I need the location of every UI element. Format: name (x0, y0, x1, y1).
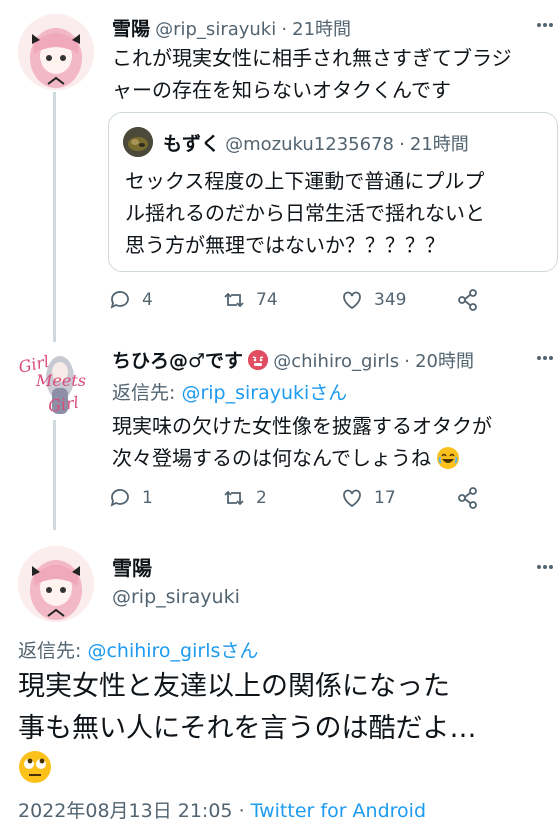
retweet-button[interactable]: 2 (222, 486, 267, 510)
quote-text-line: ル揺れるのだから日常生活で揺れないと (125, 201, 485, 225)
tweet-text-line: ャーの存在を知らないオタクくんです (112, 78, 451, 102)
avatar-sirayuki[interactable] (18, 546, 94, 622)
like-icon (343, 291, 361, 310)
reply-count: 1 (142, 488, 153, 508)
retweet-icon (224, 292, 244, 308)
like-count: 17 (374, 488, 396, 508)
quote-header: もずく @mozuku1235678 · 21時間 (163, 129, 469, 156)
timestamp[interactable]: 2022年08月13日 21:05 (18, 800, 233, 822)
author-handle[interactable]: @rip_sirayuki (155, 19, 276, 40)
dot-separator: · (399, 134, 405, 155)
share-icon (458, 289, 477, 311)
quote-time: 21時間 (409, 134, 469, 155)
tweet1-header: 雪陽 @rip_sirayuki · 21時間 (112, 14, 351, 41)
avatar-sirayuki[interactable] (18, 14, 94, 90)
quote-text-line: 思う方が無理ではないか？？？？？ (125, 233, 445, 257)
reply-to-link[interactable]: @chihiro_girlsさん (87, 640, 258, 662)
like-button[interactable]: 17 (340, 486, 396, 510)
eyes-roll-emoji (18, 750, 52, 784)
logo-line: Girl (46, 392, 80, 416)
tweet3-text: 現実女性と友達以上の関係になった 事も無い人にそれを言うのは酷だよ… (18, 666, 476, 750)
author-handle[interactable]: @rip_sirayuki (112, 586, 240, 608)
source-label[interactable]: Twitter for Android (251, 800, 426, 822)
dot-separator: · (281, 19, 288, 40)
like-icon (343, 489, 361, 508)
share-icon (458, 487, 477, 509)
share-button[interactable] (456, 288, 490, 312)
reply-prefix: 返信先: (112, 382, 182, 404)
like-count: 349 (374, 290, 407, 310)
angry-face-emoji (248, 350, 269, 370)
tweet-text-line: 次々登場するのは何なんでしょうね (112, 446, 431, 470)
like-button[interactable]: 349 (340, 288, 406, 312)
thread-line-2 (53, 420, 56, 530)
girl-meets-girl-logo: Girl Meets Girl (10, 348, 104, 418)
thread-line-1 (53, 92, 56, 342)
quote-text-line: セックス程度の上下運動で普通にプルプ (125, 169, 485, 193)
reply-count: 4 (142, 290, 153, 310)
author-name[interactable]: ちひろ@♂です (112, 350, 243, 372)
quoted-tweet[interactable]: もずく @mozuku1235678 · 21時間 セックス程度の上下運動で普通… (108, 112, 558, 272)
reply-button[interactable]: 4 (108, 288, 153, 312)
tweet-text-line: 現実味の欠けた女性像を披露するオタクが (112, 414, 492, 438)
reply-to-link[interactable]: @rip_sirayukiさん (181, 382, 347, 404)
tweet-footer: 2022年08月13日 21:05 · Twitter for Android (18, 796, 426, 823)
quote-text: セックス程度の上下運動で普通にプルプ ル揺れるのだから日常生活で揺れないと 思う… (125, 165, 485, 261)
dot-separator: · (238, 800, 245, 822)
share-button[interactable] (456, 486, 490, 510)
tweet-text-line: 事も無い人にそれを言うのは酷だよ… (18, 713, 477, 744)
retweet-count: 2 (256, 488, 267, 508)
retweet-button[interactable]: 74 (222, 288, 278, 312)
retweet-icon (224, 490, 244, 506)
retweet-count: 74 (256, 290, 278, 310)
quote-author-handle: @mozuku1235678 (225, 134, 394, 155)
quote-avatar (123, 127, 153, 157)
reply-prefix: 返信先: (18, 640, 88, 662)
tweet-time[interactable]: 21時間 (292, 19, 351, 40)
author-handle[interactable]: @chihiro_girls (273, 351, 399, 372)
more-icon[interactable] (537, 353, 553, 361)
reply-context: 返信先: @chihiro_girlsさん (18, 636, 258, 663)
more-icon[interactable] (537, 20, 553, 28)
author-name[interactable]: 雪陽 (112, 18, 150, 40)
dot-separator: · (404, 351, 411, 372)
tweet-text-line: これが現実女性に相手され無さすぎてブラジ (112, 46, 512, 70)
reply-icon (110, 489, 129, 507)
tweet-time[interactable]: 20時間 (415, 351, 474, 372)
reply-context: 返信先: @rip_sirayukiさん (112, 378, 347, 405)
more-icon[interactable] (537, 562, 553, 570)
tweet1-text: これが現実女性に相手され無さすぎてブラジ ャーの存在を知らないオタクくんです (112, 42, 512, 106)
quote-author-name: もずく (163, 133, 221, 155)
tweet-text-line-wrap: 次々登場するのは何なんでしょうね (112, 442, 492, 474)
reply-icon (110, 291, 129, 309)
author-name[interactable]: 雪陽 (112, 552, 152, 581)
tweet2-header: ちひろ@♂です @chihiro_girls · 20時間 (112, 346, 474, 373)
tweet2-text: 現実味の欠けた女性像を披露するオタクが 次々登場するのは何なんでしょうね (112, 410, 492, 474)
reply-button[interactable]: 1 (108, 486, 153, 510)
tweet-text-line: 現実女性と友達以上の関係になった (18, 671, 450, 702)
laugh-emoji (437, 446, 460, 469)
